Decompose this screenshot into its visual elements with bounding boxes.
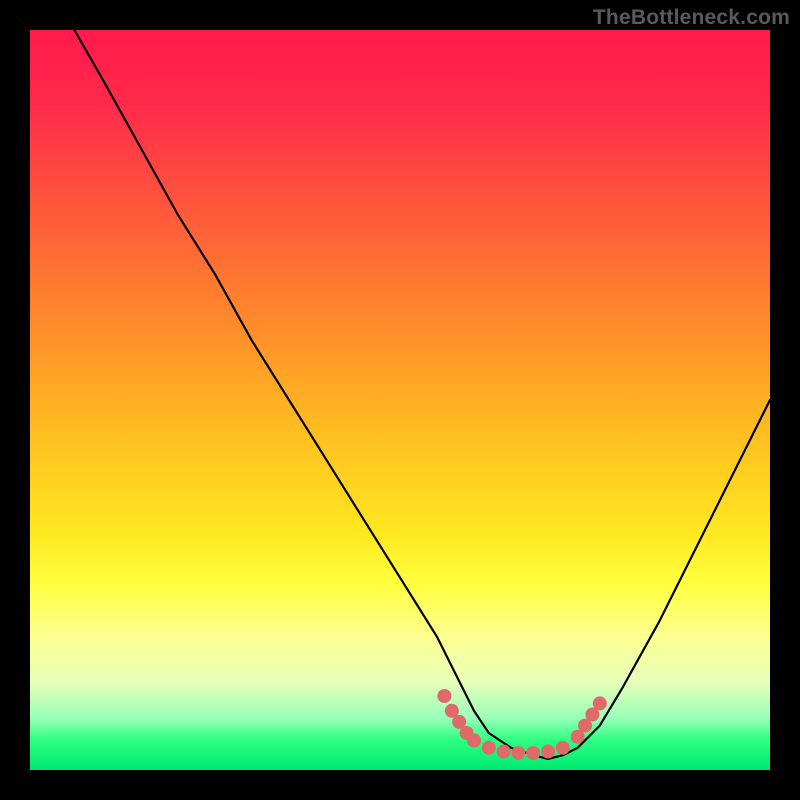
marker-dot [482, 741, 496, 755]
marker-dot [593, 696, 607, 710]
watermark-text: TheBottleneck.com [593, 6, 790, 30]
marker-dot [556, 741, 570, 755]
marker-dot [437, 689, 451, 703]
optimal-range-markers [437, 689, 606, 760]
gradient-plot-area [30, 30, 770, 770]
chart-frame: TheBottleneck.com [0, 0, 800, 800]
marker-dot [541, 745, 555, 759]
marker-dot [526, 746, 540, 760]
marker-dot [511, 746, 525, 760]
marker-dot [467, 733, 481, 747]
marker-dot [497, 745, 511, 759]
curve-layer [30, 30, 770, 770]
bottleneck-curve [74, 30, 770, 759]
